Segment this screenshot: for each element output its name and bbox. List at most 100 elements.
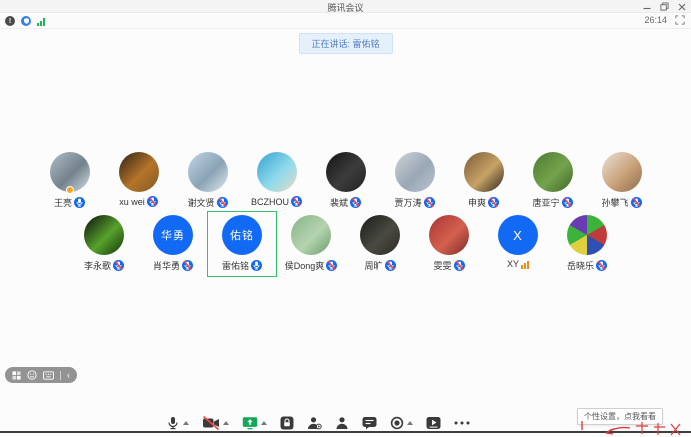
mic-muted-icon [326, 260, 337, 271]
participant-label: 雯雯 [433, 259, 464, 272]
share-screen-options-chevron[interactable] [261, 421, 267, 425]
mic-on-icon [251, 260, 262, 271]
participant-name: XY [507, 259, 519, 269]
participant-avatar [84, 215, 124, 255]
participant-label: 谢文贤 [187, 196, 227, 209]
participant-avatar: X [498, 215, 538, 255]
collapse-chevron-icon[interactable]: ‹ [67, 371, 70, 380]
more-button[interactable] [454, 421, 470, 425]
participant-avatar [602, 152, 642, 192]
participant-name: 裴斌 [330, 196, 348, 209]
meeting-toolbar [0, 416, 635, 430]
share-screen-button[interactable] [242, 416, 267, 430]
participant-name: 贾万涛 [394, 196, 421, 209]
title-bar: 腾讯会议 [0, 0, 691, 13]
participant-avatar [533, 152, 573, 192]
participant-avatar [257, 152, 297, 192]
mic-muted-icon [217, 197, 228, 208]
participant-label: 周旷 [364, 259, 395, 272]
quickbar-divider [60, 371, 61, 380]
meeting-bar-right: 26:14 [644, 15, 685, 25]
mic-muted-icon [454, 260, 465, 271]
participant-name: 王亮 [54, 196, 72, 209]
participant-tile[interactable]: 申爽 [450, 149, 518, 213]
mic-muted-icon [291, 196, 302, 207]
participant-name: 孙攀飞 [601, 196, 628, 209]
participant-tile[interactable]: 贾万涛 [381, 149, 449, 213]
manage-participants-button[interactable] [307, 416, 322, 430]
participant-avatar [395, 152, 435, 192]
participant-label: BCZHOU [251, 196, 302, 207]
participant-name: xu wei [119, 197, 145, 207]
microphone-button[interactable] [166, 416, 189, 430]
mic-muted-icon [488, 197, 499, 208]
mic-on-icon [74, 197, 85, 208]
quick-action-bar: ‹ [5, 367, 77, 383]
participant-tile[interactable]: 岳晓乐 [553, 212, 621, 276]
camera-off-button[interactable] [202, 416, 229, 430]
participant-tile[interactable]: 唐亚宁 [519, 149, 587, 213]
participant-label: XY [507, 259, 529, 269]
participant-tile[interactable]: 周旷 [346, 212, 414, 276]
reaction-badge [66, 186, 74, 194]
participant-avatar [567, 215, 607, 255]
invite-button[interactable] [335, 416, 349, 430]
restore-icon[interactable] [660, 2, 669, 11]
participant-tile[interactable]: 裴斌 [312, 149, 380, 213]
participant-tile[interactable]: 王亮 [36, 149, 104, 213]
apps-button[interactable] [426, 416, 441, 430]
fullscreen-icon[interactable] [675, 15, 685, 25]
manage-participants-icon [307, 416, 322, 430]
meeting-window: 腾讯会议 ! 26:14 [0, 0, 691, 437]
emoji-smile-icon[interactable] [27, 370, 37, 380]
chat-icon [362, 416, 377, 430]
meeting-status-icons: ! [5, 16, 45, 26]
participant-name: 雷佑铭 [222, 259, 249, 272]
participant-avatar [291, 215, 331, 255]
keyboard-caption-icon[interactable] [43, 371, 54, 380]
participant-tile[interactable]: 侯Dong爽 [277, 212, 345, 276]
participant-label: xu wei [119, 196, 158, 207]
participant-label: 王亮 [54, 196, 85, 209]
participant-label: 李永歌 [84, 259, 124, 272]
participant-tile[interactable]: 雯雯 [415, 212, 483, 276]
participant-avatar [326, 152, 366, 192]
participant-tile[interactable]: 谢文贤 [174, 149, 242, 213]
participant-tile[interactable]: 李永歌 [70, 212, 138, 276]
participant-name: 肖华勇 [153, 259, 180, 272]
participant-avatar [119, 152, 159, 192]
participant-name: 雯雯 [433, 259, 451, 272]
participant-tile[interactable]: X XY [484, 212, 552, 276]
mic-muted-icon [182, 260, 193, 271]
share-screen-icon [242, 416, 258, 430]
mic-muted-icon [562, 197, 573, 208]
participant-tile[interactable]: xu wei [105, 149, 173, 213]
participant-name: 申爽 [468, 196, 486, 209]
security-button[interactable] [280, 416, 294, 430]
participant-label: 裴斌 [330, 196, 361, 209]
participant-tile[interactable]: BCZHOU [243, 149, 311, 213]
participant-tile[interactable]: 佑铭雷佑铭 [208, 212, 276, 276]
record-button[interactable] [390, 416, 413, 430]
record-options-chevron[interactable] [407, 421, 413, 425]
security-shield-icon[interactable] [21, 16, 31, 26]
chat-button[interactable] [362, 416, 377, 430]
participant-avatar [464, 152, 504, 192]
participant-tile[interactable]: 孙攀飞 [588, 149, 656, 213]
participant-label: 侯Dong爽 [285, 259, 338, 272]
settings-tooltip[interactable]: 个性设置，点我看看 [577, 408, 663, 425]
meeting-info-icon[interactable]: ! [5, 16, 15, 26]
layout-grid-icon[interactable] [12, 371, 21, 380]
participant-avatar [360, 215, 400, 255]
microphone-options-chevron[interactable] [183, 421, 189, 425]
participant-label: 申爽 [468, 196, 499, 209]
network-signal-icon[interactable] [37, 17, 45, 26]
mic-muted-icon [350, 197, 361, 208]
meeting-timer: 26:14 [644, 15, 667, 25]
camera-off-options-chevron[interactable] [223, 421, 229, 425]
participant-tile[interactable]: 华勇肖华勇 [139, 212, 207, 276]
mic-muted-icon [113, 260, 124, 271]
close-icon[interactable] [678, 3, 686, 11]
more-icon [454, 421, 470, 425]
minimize-icon[interactable] [643, 3, 651, 11]
